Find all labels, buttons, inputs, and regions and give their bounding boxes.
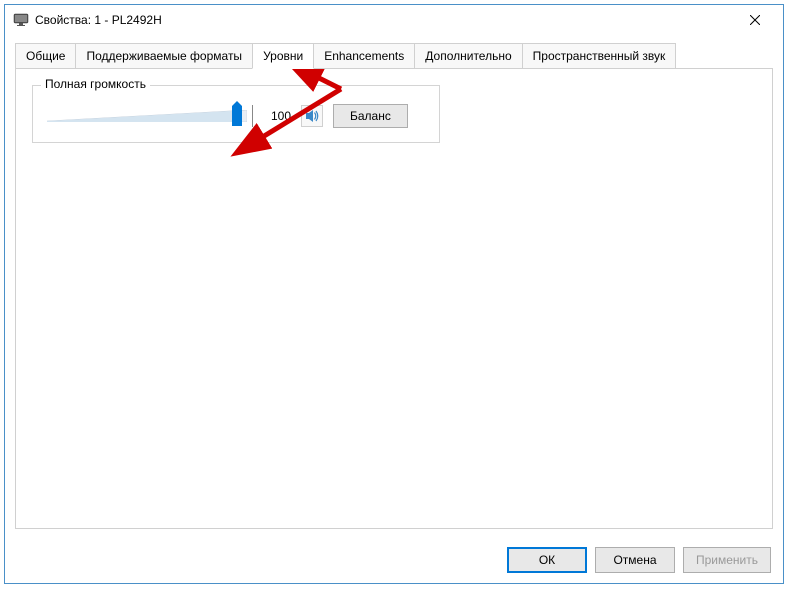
- cancel-button[interactable]: Отмена: [595, 547, 675, 573]
- window-title: Свойства: 1 - PL2492H: [35, 13, 735, 27]
- titlebar: Свойства: 1 - PL2492H: [5, 5, 783, 35]
- tab-general[interactable]: Общие: [15, 43, 76, 68]
- tab-enhancements[interactable]: Enhancements: [313, 43, 415, 68]
- tab-content-levels: Полная громкость 100: [15, 69, 773, 529]
- close-icon: [750, 15, 760, 25]
- balance-button[interactable]: Баланс: [333, 104, 408, 128]
- speaker-icon: [304, 108, 320, 124]
- volume-row: 100 Баланс: [47, 104, 425, 128]
- dialog-button-row: ОК Отмена Применить: [5, 537, 783, 583]
- tab-supported-formats[interactable]: Поддерживаемые форматы: [75, 43, 253, 68]
- tab-advanced[interactable]: Дополнительно: [414, 43, 522, 68]
- tab-levels[interactable]: Уровни: [252, 43, 314, 69]
- content-area: Общие Поддерживаемые форматы Уровни Enha…: [5, 35, 783, 537]
- mute-button[interactable]: [301, 105, 323, 127]
- ok-button[interactable]: ОК: [507, 547, 587, 573]
- slider-max-tick: [252, 105, 253, 127]
- properties-dialog: Свойства: 1 - PL2492H Общие Поддерживаем…: [4, 4, 784, 584]
- volume-value: 100: [257, 109, 291, 123]
- volume-slider-thumb[interactable]: [232, 106, 242, 126]
- volume-fieldset: Полная громкость 100: [32, 85, 440, 143]
- apply-button[interactable]: Применить: [683, 547, 771, 573]
- close-button[interactable]: [735, 6, 775, 34]
- slider-track-bg: [47, 110, 247, 122]
- tab-strip: Общие Поддерживаемые форматы Уровни Enha…: [15, 43, 773, 69]
- tab-spatial-sound[interactable]: Пространственный звук: [522, 43, 677, 68]
- monitor-icon: [13, 12, 29, 28]
- volume-slider[interactable]: [47, 104, 247, 128]
- volume-legend: Полная громкость: [41, 77, 150, 91]
